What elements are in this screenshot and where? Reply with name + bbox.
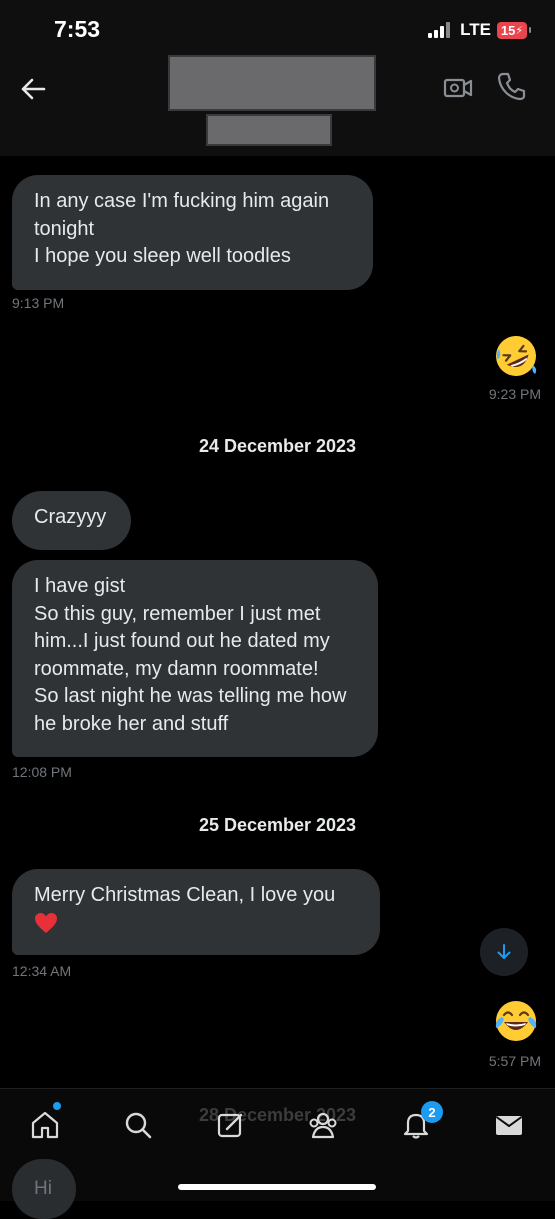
message-timestamp: 12:34 AM	[12, 963, 72, 979]
back-button[interactable]	[16, 72, 50, 106]
date-separator: 25 December 2023	[198, 815, 357, 835]
redacted-contact-handle	[206, 114, 332, 146]
redacted-contact-name	[168, 55, 376, 111]
rolling-on-floor-laughing-emoji-icon[interactable]	[493, 333, 539, 379]
message-composer-input[interactable]: Hi	[12, 1159, 76, 1219]
search-icon[interactable]	[122, 1109, 154, 1141]
voice-call-button[interactable]	[496, 70, 528, 102]
network-label: LTE	[460, 20, 491, 39]
home-notification-dot	[53, 1102, 61, 1110]
battery-level: 15	[500, 22, 516, 38]
message-bubble-incoming[interactable]: I have gist So this guy, remember I just…	[12, 560, 378, 757]
composer-placeholder: Hi	[34, 1178, 52, 1199]
video-camera-icon	[443, 78, 473, 98]
status-bar: 7:53 LTE 15 ⚡	[0, 0, 555, 58]
message-timestamp: 9:13 PM	[12, 295, 65, 311]
scroll-to-bottom-button[interactable]	[480, 928, 528, 976]
date-separator: 24 December 2023	[198, 436, 357, 456]
status-indicators: LTE 15 ⚡	[428, 20, 531, 40]
video-call-button[interactable]	[442, 72, 474, 104]
arrow-down-icon	[497, 944, 511, 959]
chat-header	[0, 55, 555, 156]
date-separator: 28 December 2023	[198, 1105, 357, 1125]
arrow-left-icon	[21, 78, 46, 100]
message-timestamp: 5:57 PM	[488, 1053, 541, 1069]
message-bubble-incoming[interactable]: In any case I'm fucking him again tonigh…	[12, 175, 373, 290]
notifications-badge: 2	[421, 1101, 443, 1123]
compose-icon[interactable]	[215, 1109, 247, 1141]
message-timestamp: 12:08 PM	[12, 764, 72, 780]
message-timestamp: 9:23 PM	[488, 386, 541, 402]
phone-icon	[497, 72, 526, 101]
messages-envelope-icon[interactable]	[493, 1109, 525, 1141]
signal-icon	[428, 22, 451, 38]
face-with-tears-of-joy-emoji-icon[interactable]	[493, 998, 539, 1044]
home-icon[interactable]	[29, 1109, 61, 1141]
red-heart-icon	[35, 912, 57, 933]
message-bubble-incoming[interactable]: Crazyyy	[12, 491, 131, 550]
message-bubble-incoming[interactable]: Merry Christmas Clean, I love you	[12, 869, 380, 955]
communities-icon[interactable]	[307, 1109, 339, 1141]
battery-icon: 15 ⚡	[497, 21, 531, 39]
home-indicator	[178, 1184, 376, 1190]
status-time: 7:53	[54, 16, 101, 42]
message-text: Merry Christmas Clean, I love you	[34, 884, 336, 906]
